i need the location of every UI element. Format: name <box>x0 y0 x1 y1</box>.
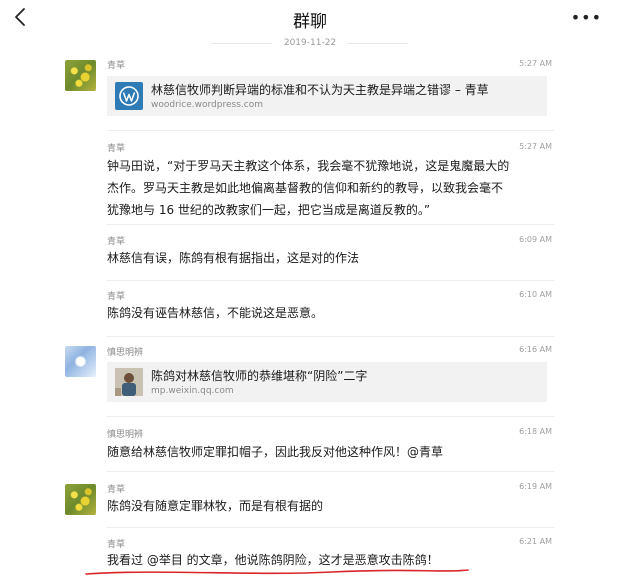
message-text: 钟马田说，“对于罗马天主教这个体系，我会毫不犹豫地说，这是鬼魔最大的 杰作。罗马… <box>107 155 547 221</box>
card-title: 林慈信牧师判断异端的标准和不认为天主教是异端之错谬 – 青草 <box>151 83 489 97</box>
message-time: 6:18 AM <box>519 427 552 436</box>
article-thumbnail-icon <box>115 368 143 396</box>
message-time: 6:10 AM <box>519 290 552 299</box>
divider <box>107 471 554 472</box>
divider <box>107 527 554 528</box>
message-item: 青草 5:27 AM 钟马田说，“对于罗马天主教这个体系，我会毫不犹豫地说，这是… <box>66 140 554 217</box>
message-item: 青草 5:27 AM 林慈信牧师判断异端的标准和不认为天主教是异端之错谬 – 青… <box>65 58 554 120</box>
divider <box>107 224 554 225</box>
message-line: 犹豫地与 16 世纪的改教家们一起，把它当成是离道反教的。” <box>107 203 431 217</box>
message-text: 随意给林慈信牧师定罪扣帽子，因此我反对他这种作风！@青草 <box>107 445 444 459</box>
message-time: 6:16 AM <box>519 345 552 354</box>
page-title: 群聊 <box>293 12 327 32</box>
link-card[interactable]: 林慈信牧师判断异端的标准和不认为天主教是异端之错谬 – 青草 woodrice.… <box>107 76 547 116</box>
link-card[interactable]: 陈鸽对林慈信牧师的恭维堪称“阴险”二字 mp.weixin.qq.com <box>107 362 547 402</box>
more-icon[interactable]: ••• <box>571 8 602 27</box>
card-title: 陈鸽对林慈信牧师的恭维堪称“阴险”二字 <box>151 369 368 383</box>
sender-name: 青草 <box>107 144 126 154</box>
message-item: 青草 6:10 AM 陈鸽没有诬告林慈信，不能说这是恶意。 <box>66 289 554 329</box>
divider <box>107 416 554 417</box>
sender-name: 青草 <box>107 292 126 302</box>
card-url: mp.weixin.qq.com <box>151 386 234 396</box>
message-time: 6:21 AM <box>519 537 552 546</box>
message-item: 青草 6:19 AM 陈鸽没有随意定罪林牧，而是有根有据的 <box>65 481 554 521</box>
card-url: woodrice.wordpress.com <box>151 100 263 110</box>
header: 群聊 ••• <box>0 0 620 34</box>
message-time: 5:27 AM <box>519 142 552 151</box>
sender-name: 慎思明辨 <box>107 430 144 440</box>
message-text: 陈鸽没有随意定罪林牧，而是有根有据的 <box>107 499 324 513</box>
divider <box>107 336 554 337</box>
handwritten-underline <box>85 569 469 575</box>
divider <box>107 280 554 281</box>
message-item: 青草 6:09 AM 林慈信有误，陈鸽有根有据指出，这是对的作法 <box>66 234 554 274</box>
sender-name: 慎思明辨 <box>107 348 144 358</box>
divider <box>107 130 554 131</box>
message-time: 6:09 AM <box>519 235 552 244</box>
sender-name: 青草 <box>107 61 126 71</box>
message-item: 慎思明辨 6:18 AM 随意给林慈信牧师定罪扣帽子，因此我反对他这种作风！@青… <box>66 426 554 466</box>
date-divider-right <box>348 43 408 44</box>
message-time: 6:19 AM <box>519 482 552 491</box>
message-item: 慎思明辨 6:16 AM 陈鸽对林慈信牧师的恭维堪称“阴险”二字 mp.weix… <box>65 344 554 406</box>
message-time: 5:27 AM <box>519 59 552 68</box>
avatar[interactable] <box>65 60 96 91</box>
message-line: 杰作。罗马天主教是如此地偏离基督教的信仰和新约的教导，以致我会毫不 <box>107 181 504 195</box>
sender-name: 青草 <box>107 237 126 247</box>
message-text: 陈鸽没有诬告林慈信，不能说这是恶意。 <box>107 306 324 320</box>
date-label: 2019-11-22 <box>283 38 337 48</box>
wordpress-icon <box>115 82 143 110</box>
message-text: 林慈信有误，陈鸽有根有据指出，这是对的作法 <box>107 251 360 265</box>
message-line: 钟马田说，“对于罗马天主教这个体系，我会毫不犹豫地说，这是鬼魔最大的 <box>107 159 510 173</box>
avatar[interactable] <box>65 346 96 377</box>
avatar[interactable] <box>65 484 96 515</box>
sender-name: 青草 <box>107 485 126 495</box>
